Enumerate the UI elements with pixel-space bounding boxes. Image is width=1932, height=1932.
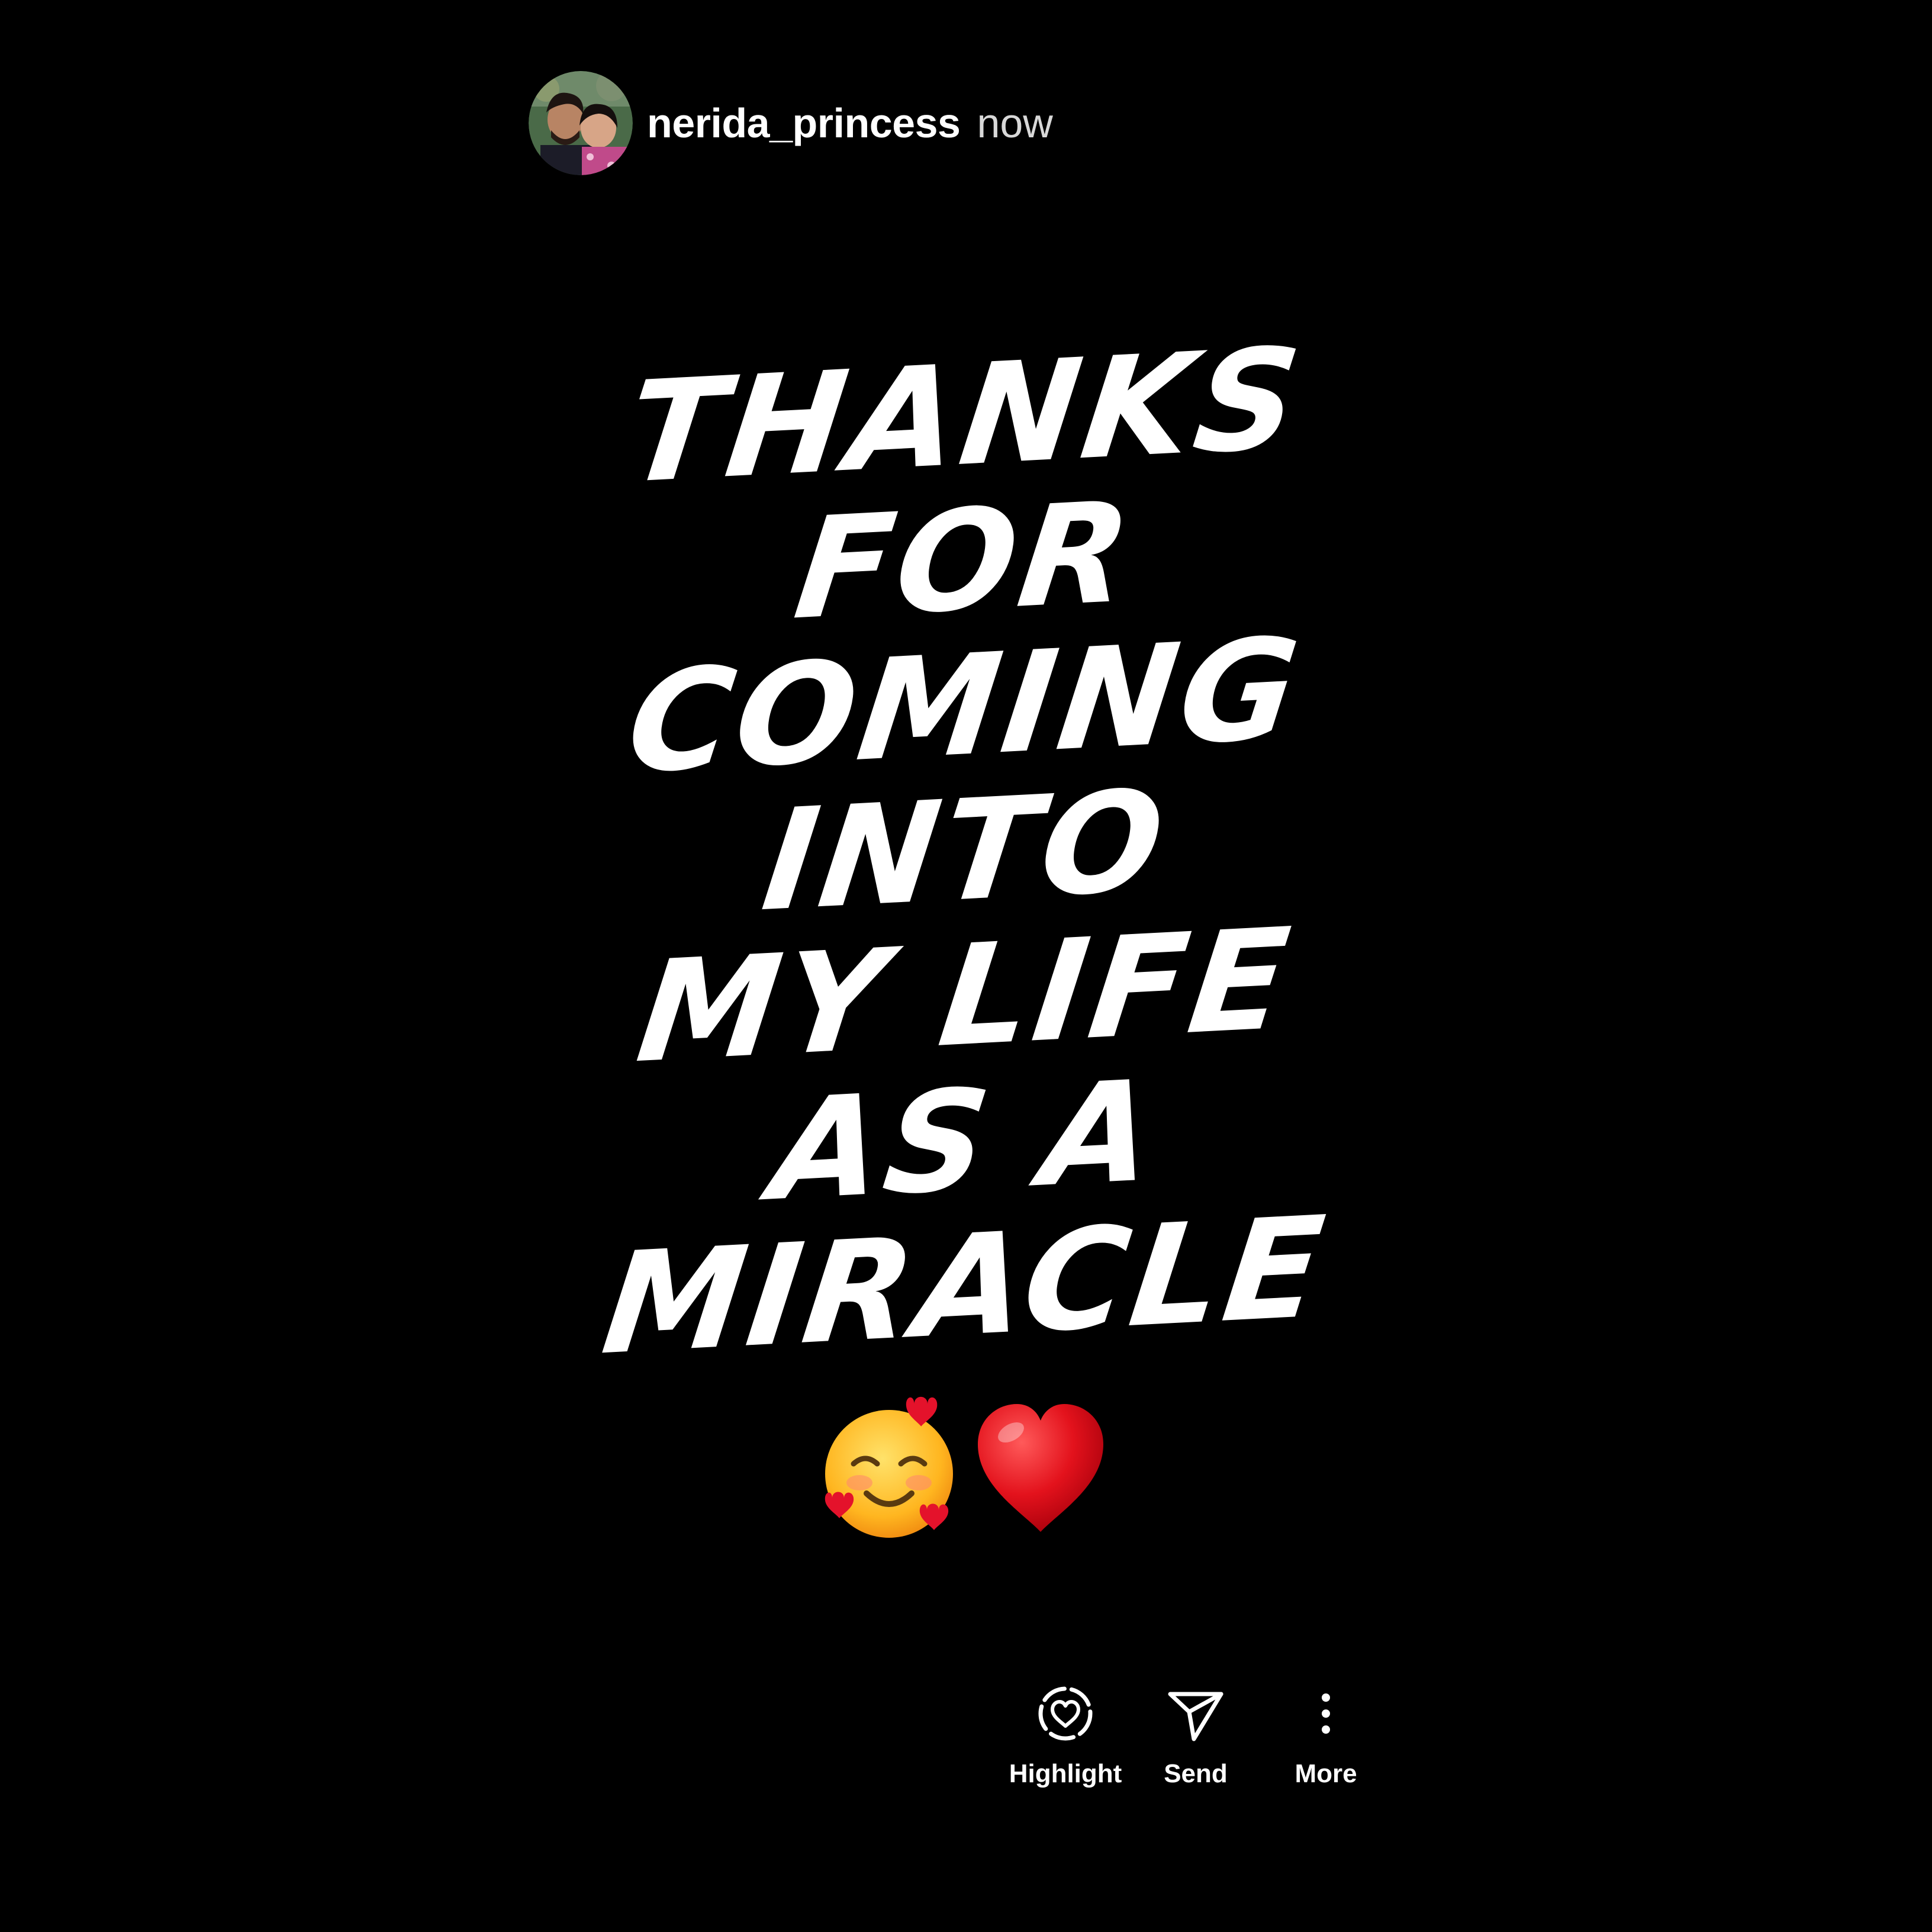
avatar-photo	[529, 71, 633, 175]
story-line: MIRACLE	[594, 1186, 1335, 1386]
smiling-face-with-hearts-icon	[825, 1396, 953, 1538]
username[interactable]: nerida_princess	[647, 99, 961, 147]
story-action-bar: Highlight Send More	[1000, 1681, 1403, 1811]
story-line: MY LIFE	[629, 897, 1300, 1094]
story-line: COMING	[619, 607, 1310, 805]
emoji-row	[814, 1394, 1116, 1542]
story-header: nerida_princess now	[529, 71, 1053, 175]
more-button[interactable]: More	[1261, 1681, 1391, 1811]
story-line: FOR	[787, 471, 1143, 651]
highlight-icon	[1038, 1686, 1093, 1741]
story-line: THANKS	[618, 317, 1312, 515]
avatar[interactable]	[529, 71, 633, 175]
more-vertical-icon	[1322, 1693, 1330, 1734]
timestamp: now	[977, 100, 1053, 146]
send-icon	[1168, 1692, 1223, 1741]
story-text: THANKS FOR COMING INTO MY LIFE AS A MIRA…	[595, 317, 1335, 1386]
highlight-label: Highlight	[1009, 1759, 1122, 1788]
red-heart-icon	[978, 1404, 1103, 1532]
send-button[interactable]: Send	[1131, 1681, 1261, 1811]
more-label: More	[1295, 1759, 1357, 1788]
send-label: Send	[1164, 1759, 1228, 1788]
highlight-button[interactable]: Highlight	[1000, 1681, 1131, 1811]
